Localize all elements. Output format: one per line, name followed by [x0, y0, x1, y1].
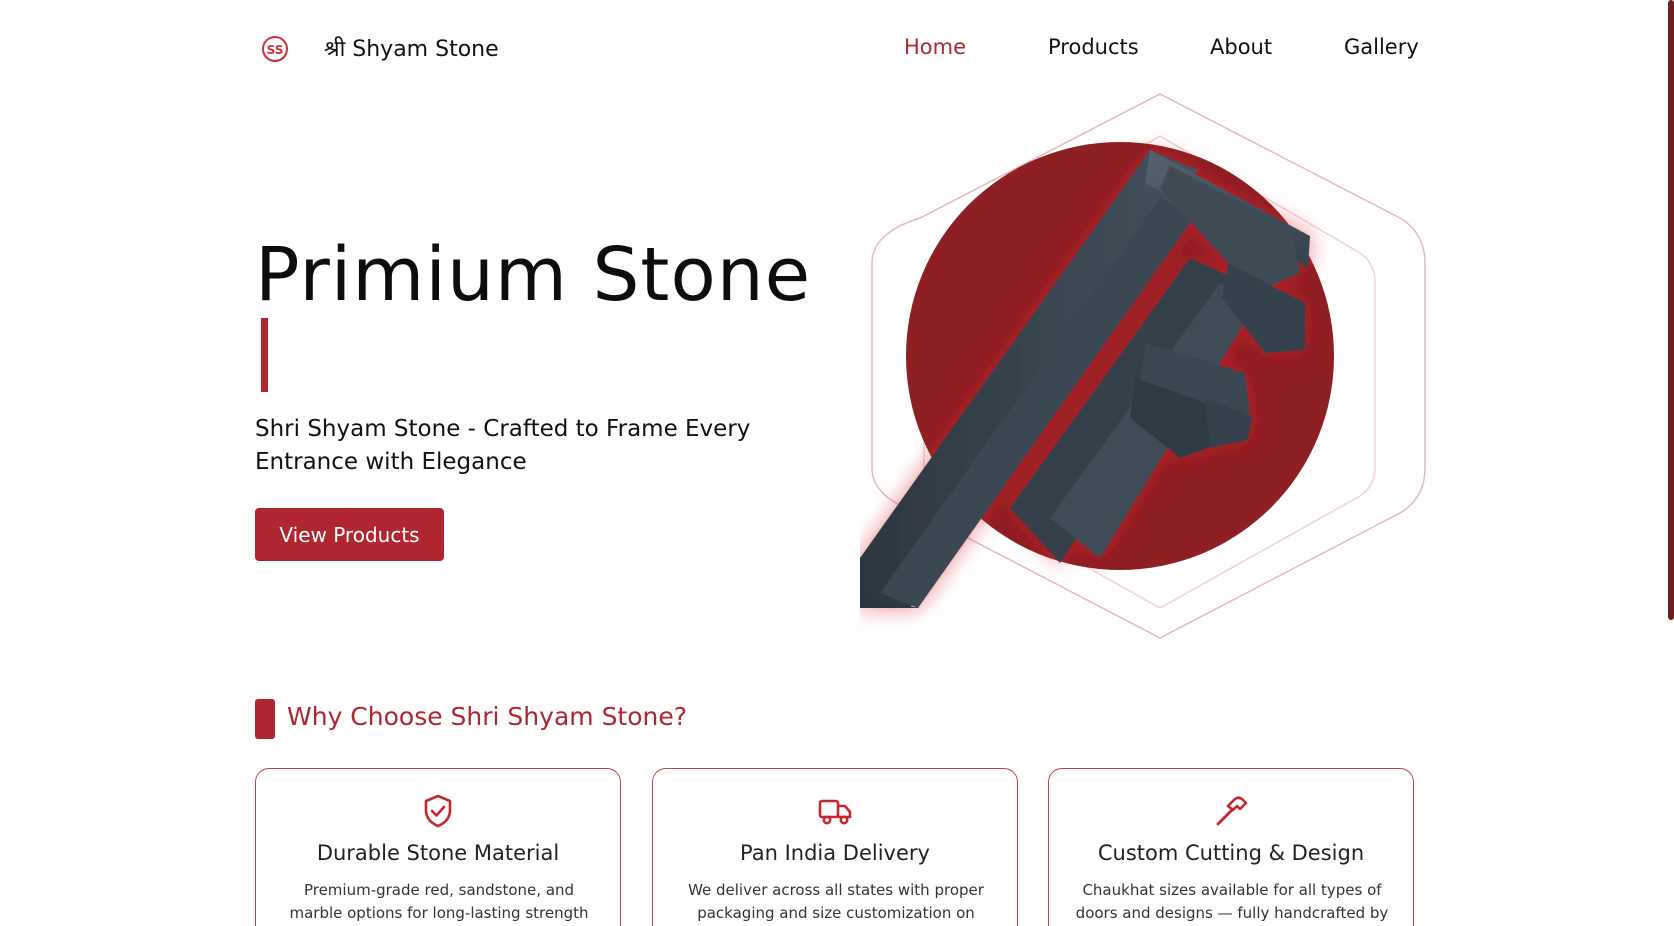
feature-card-durable: Durable Stone Material Premium-grade red…: [255, 768, 621, 926]
hero-title: Primium Stone: [255, 232, 812, 318]
why-section-title: Why Choose Shri Shyam Stone?: [287, 702, 688, 731]
section-marker: [255, 699, 275, 739]
nav-products[interactable]: Products: [1048, 35, 1139, 59]
feature-card-title: Custom Cutting & Design: [1097, 841, 1365, 865]
nav-about[interactable]: About: [1210, 35, 1272, 59]
feature-card-text: We deliver across all states with proper…: [688, 881, 984, 922]
hammer-icon: [1049, 793, 1413, 829]
feature-card-text: Premium-grade red, sandstone, and marble…: [289, 881, 589, 922]
hero-subtitle: Shri Shyam Stone - Crafted to Frame Ever…: [255, 416, 751, 475]
main-nav: Home Products About Gallery: [0, 35, 1674, 65]
feature-card-title: Durable Stone Material: [316, 841, 560, 865]
nav-gallery[interactable]: Gallery: [1344, 35, 1419, 59]
feature-card-custom: Custom Cutting & Design Chaukhat sizes a…: [1048, 768, 1414, 926]
truck-icon: [653, 793, 1017, 829]
view-products-button[interactable]: View Products: [255, 508, 444, 561]
typing-cursor: [261, 318, 268, 392]
feature-card-delivery: Pan India Delivery We deliver across all…: [652, 768, 1018, 926]
hero-stone-illustration: [860, 93, 1426, 639]
page-scrollbar[interactable]: [1668, 0, 1674, 620]
feature-card-title: Pan India Delivery: [740, 841, 930, 865]
nav-home[interactable]: Home: [904, 35, 966, 59]
site-header: SS श्री Shyam Stone Home Products About …: [0, 0, 1674, 96]
shield-check-icon: [256, 793, 620, 829]
feature-card-text: Chaukhat sizes available for all types o…: [1075, 881, 1389, 922]
